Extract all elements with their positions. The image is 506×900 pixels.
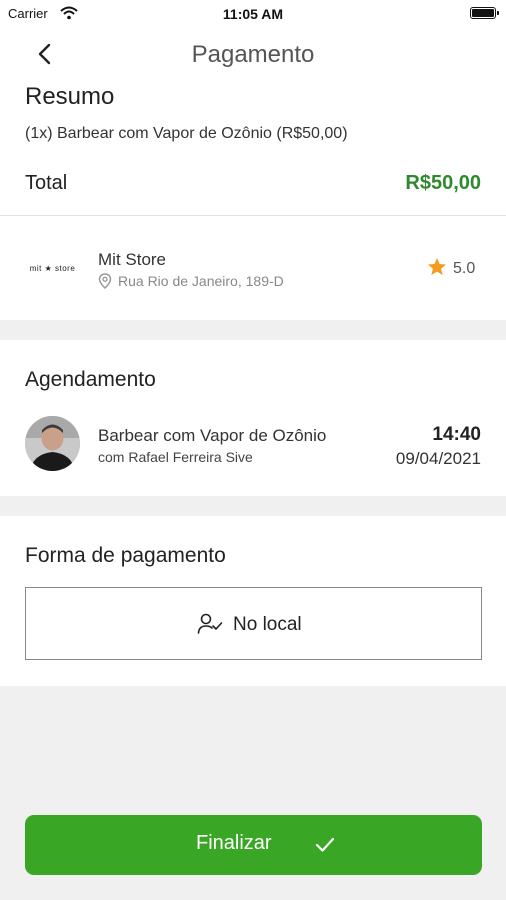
total-label: Total — [25, 172, 68, 194]
payment-title: Forma de pagamento — [25, 544, 226, 567]
payment-section: Forma de pagamento No local — [0, 516, 506, 686]
avatar — [25, 416, 80, 471]
summary-section: Resumo (1x) Barbear com Vapor de Ozônio … — [0, 80, 506, 215]
total-value: R$50,00 — [405, 172, 481, 194]
finish-label: Finalizar — [196, 832, 272, 854]
appointment-date: 09/04/2021 — [395, 449, 481, 468]
summary-title: Resumo — [25, 83, 115, 110]
finish-button[interactable]: Finalizar — [25, 815, 482, 875]
status-bar: Carrier 11:05 AM — [0, 0, 506, 28]
star-icon — [427, 257, 447, 282]
schedule-section: Agendamento Barbear com Vapor de Ozônio … — [0, 340, 506, 496]
store-address: Rua Rio de Janeiro, 189-D — [118, 273, 284, 289]
battery-icon — [470, 7, 499, 19]
nav-bar: Pagamento — [0, 28, 506, 80]
location-pin-icon — [98, 273, 112, 294]
page-title: Pagamento — [191, 41, 315, 68]
user-check-icon — [197, 612, 223, 641]
schedule-title: Agendamento — [25, 368, 156, 391]
payment-option-label: No local — [233, 614, 302, 635]
appointment-time: 14:40 — [432, 424, 481, 445]
summary-line-item: (1x) Barbear com Vapor de Ozônio (R$50,0… — [25, 125, 348, 142]
store-rating: 5.0 — [453, 260, 476, 277]
check-icon — [315, 836, 335, 859]
store-card[interactable]: mit ★ store Mit Store Rua Rio de Janeiro… — [0, 216, 506, 320]
store-name: Mit Store — [98, 250, 167, 269]
professional-name: com Rafael Ferreira Sive — [98, 449, 253, 465]
status-time: 11:05 AM — [222, 6, 284, 22]
service-name: Barbear com Vapor de Ozônio — [98, 426, 327, 445]
store-logo: mit ★ store — [29, 263, 76, 273]
payment-option-no-local[interactable]: No local — [25, 587, 482, 660]
